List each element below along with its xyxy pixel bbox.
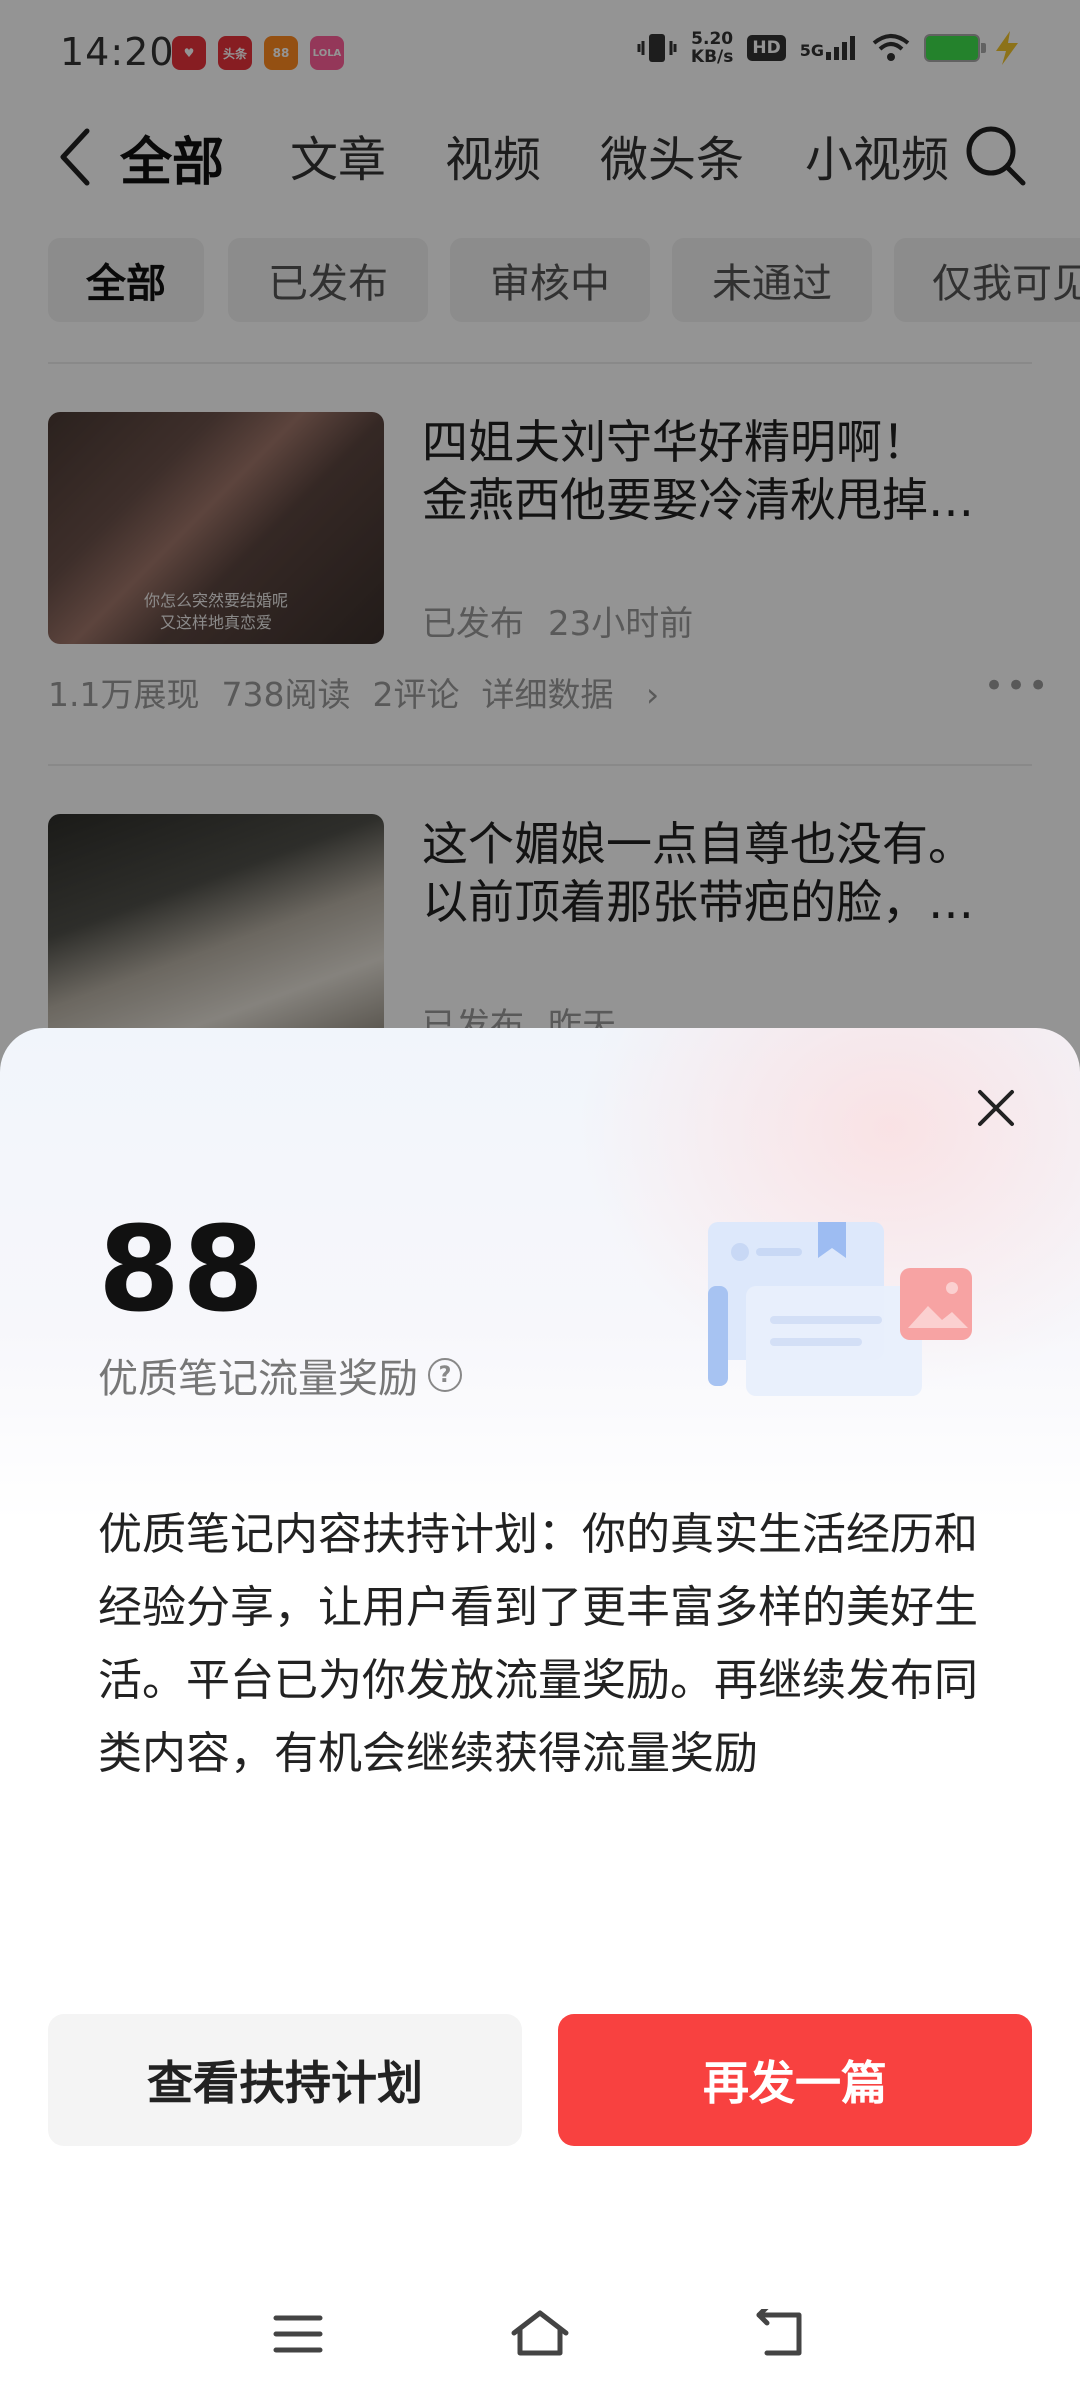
view-support-plan-button[interactable]: 查看扶持计划	[48, 2014, 522, 2146]
back-nav-button[interactable]	[740, 2294, 820, 2374]
reward-label-text: 优质笔记流量奖励	[98, 1356, 418, 1402]
menu-icon	[273, 2315, 323, 2353]
reward-count: 88	[98, 1200, 267, 1338]
screen: 14:20 ♥ 头条 88 LOLA 5.20 KB/s HD 5G 全部 文章…	[0, 0, 1080, 2400]
post-another-button[interactable]: 再发一篇	[558, 2014, 1032, 2146]
document-illustration-icon	[708, 1222, 972, 1396]
home-icon	[511, 2310, 569, 2356]
close-icon	[978, 1090, 1014, 1126]
home-button[interactable]	[500, 2294, 580, 2374]
back-icon	[756, 2309, 802, 2356]
reward-label: 优质笔记流量奖励 ?	[98, 1346, 462, 1404]
reward-bottom-sheet: 88 优质笔记流量奖励 ? 优质笔记内容扶持计划：你的真实生活经历和经验分享，让…	[0, 1028, 1080, 2400]
close-button[interactable]	[966, 1078, 1026, 1138]
menu-button[interactable]	[258, 2294, 338, 2374]
help-icon[interactable]: ?	[428, 1358, 462, 1392]
system-navigation-bar	[0, 2270, 1080, 2400]
reward-description: 优质笔记内容扶持计划：你的真实生活经历和经验分享，让用户看到了更丰富多样的美好生…	[98, 1509, 978, 1779]
